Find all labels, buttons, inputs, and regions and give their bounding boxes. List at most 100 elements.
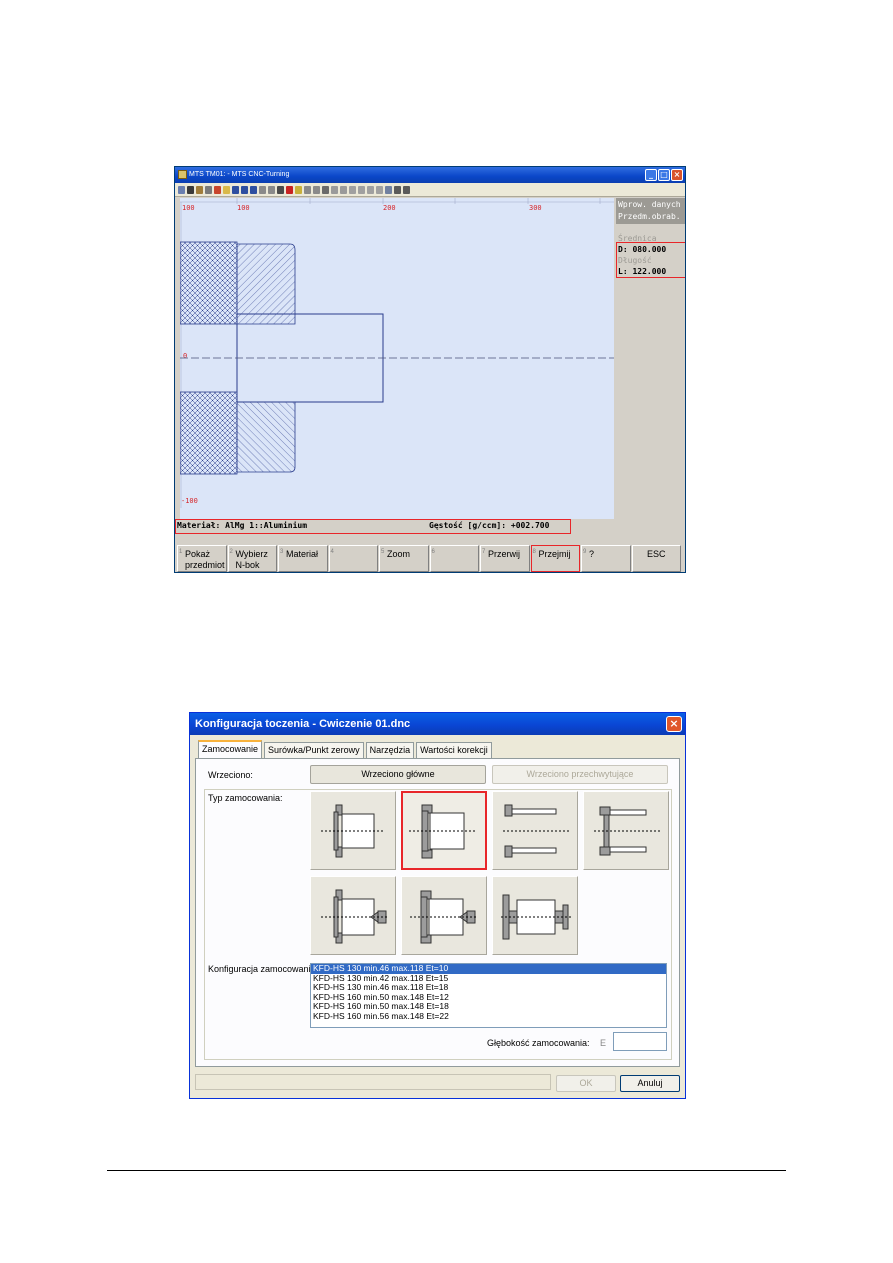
tab-zamocowanie[interactable]: Zamocowanie	[198, 740, 263, 758]
fkey-label: Zoom	[387, 549, 411, 559]
dialog-title: Konfiguracja toczenia - Cwiczenie 01.dnc	[195, 718, 411, 730]
close-icon[interactable]: ×	[666, 716, 682, 732]
fkey-help[interactable]: 9?	[581, 545, 631, 572]
sphere2-icon[interactable]	[313, 185, 320, 194]
t-icon[interactable]	[277, 185, 284, 194]
window-controls: _ □ ×	[645, 169, 683, 181]
tab-narzedzia[interactable]: Narzędzia	[365, 742, 415, 758]
clamp-type-collet[interactable]	[492, 791, 578, 870]
document-page: MTS TM01: - MTS CNC-Turning _ □ × 100 10…	[0, 0, 893, 1263]
step-icon[interactable]	[241, 185, 248, 194]
fkey-label: Przerwij	[488, 549, 521, 559]
zoom-out-icon[interactable]	[340, 185, 347, 194]
sphere-icon[interactable]	[304, 185, 311, 194]
fkey-pokaz-przedmiot[interactable]: 1 Pokaż przedmiot	[177, 545, 227, 572]
scale-label: 100	[182, 204, 195, 212]
fkey-number: 4	[330, 549, 334, 555]
clamp-config-list[interactable]: KFD-HS 130 min.46 max.118 Et=10 KFD-HS 1…	[310, 963, 667, 1028]
machine-icon[interactable]	[205, 185, 212, 194]
zero-label: 0	[183, 352, 187, 360]
move-icon[interactable]	[349, 185, 356, 194]
view-icon[interactable]	[295, 185, 302, 194]
fkey-number: 8	[532, 549, 536, 555]
fkey-number: 3	[280, 549, 284, 555]
chuck-jaw-bottom	[179, 391, 238, 475]
cancel-button[interactable]: Anuluj	[620, 1075, 680, 1092]
scale-label: 200	[383, 204, 396, 212]
arrow-icon[interactable]	[187, 185, 194, 194]
function-key-bar: 1 Pokaż przedmiot 2 Wybierz N-bok 3 Materia…	[175, 545, 685, 572]
fkey-material[interactable]: 3 Materiał	[278, 545, 328, 572]
clamp-type-between-centers[interactable]	[492, 876, 578, 955]
chuck-body-bottom	[236, 401, 296, 473]
clamp-type-inner-tailstock[interactable]	[401, 876, 487, 955]
minimize-icon[interactable]: _	[645, 169, 657, 181]
grid-icon[interactable]	[385, 185, 392, 194]
highlight-box-dimensions	[616, 242, 685, 278]
dialog-status-bar	[195, 1074, 551, 1090]
tab-strip: Zamocowanie Surówka/Punkt zerowy Narzędz…	[198, 740, 494, 758]
clamp-type-inner-jaw[interactable]	[401, 791, 487, 870]
off-icon[interactable]	[403, 185, 410, 194]
fkey-zoom[interactable]: 5 Zoom	[379, 545, 429, 572]
step-back-icon[interactable]	[250, 185, 257, 194]
play-icon[interactable]	[232, 185, 239, 194]
tab-surowka[interactable]: Surówka/Punkt zerowy	[264, 742, 364, 758]
dialog-title-bar: Konfiguracja toczenia - Cwiczenie 01.dnc…	[190, 713, 685, 735]
tool-icon[interactable]	[214, 185, 221, 194]
settings-icon[interactable]	[394, 185, 401, 194]
fkey-number: 9	[583, 549, 587, 555]
tab-panel-zamocowanie: Wrzeciono: Wrzeciono główne Wrzeciono pr…	[195, 758, 680, 1067]
open-folder-icon[interactable]	[223, 185, 230, 194]
zoom-window-icon[interactable]	[376, 185, 383, 194]
print-icon[interactable]	[178, 185, 185, 194]
list-item[interactable]: KFD-HS 160 min.56 max.148 Et=22	[311, 1011, 666, 1022]
fkey-number: 6	[431, 549, 435, 555]
flag-icon[interactable]	[286, 185, 293, 194]
depth-input[interactable]	[613, 1032, 667, 1051]
typ-zamocowania-label: Typ zamocowania:	[208, 793, 283, 803]
fkey-przerwij[interactable]: 7 Przerwij	[480, 545, 530, 572]
clamp-inner-jaw-icon	[409, 804, 477, 859]
zoom-in-icon[interactable]	[331, 185, 338, 194]
fkey-wybierz-n-bok[interactable]: 2 Wybierz N-bok	[227, 545, 277, 572]
clamp-type-outer-jaw[interactable]	[310, 791, 396, 870]
side-panel: Wprow. danych Przedm.obrab. Średnica D: …	[616, 198, 685, 548]
mts-toolbar	[175, 183, 685, 197]
close-icon[interactable]: ×	[671, 169, 683, 181]
camera-icon[interactable]	[322, 185, 329, 194]
fkey-4[interactable]: 4	[328, 545, 378, 572]
app-icon	[178, 170, 187, 179]
rotate-icon[interactable]	[358, 185, 365, 194]
turning-drawing: 100 100 200 300 0 -100	[179, 198, 614, 508]
highlight-box-material	[175, 519, 571, 534]
stop-icon[interactable]	[268, 185, 275, 194]
fkey-number: 7	[482, 549, 486, 555]
drawing-canvas[interactable]: 100 100 200 300 0 -100	[179, 198, 614, 519]
scale-label: 100	[237, 204, 250, 212]
pause-icon[interactable]	[259, 185, 266, 194]
clamp-type-bar[interactable]	[583, 791, 669, 870]
depth-symbol: E	[600, 1038, 607, 1048]
clamp-between-centers-icon	[501, 894, 571, 940]
fkey-number: 1	[179, 549, 183, 555]
clamp-outer-tailstock-icon	[321, 889, 387, 944]
material-status-bar: Materiał: AlMg 1::Aluminium Gęstość [g/c…	[175, 519, 614, 534]
scale-label: 300	[529, 204, 542, 212]
ok-button[interactable]: OK	[556, 1075, 616, 1092]
tab-wartosci-korekcji[interactable]: Wartości korekcji	[416, 742, 492, 758]
hand-icon[interactable]	[196, 185, 203, 194]
mts-title-bar: MTS TM01: - MTS CNC-Turning _ □ ×	[175, 167, 685, 183]
spindle-main-button[interactable]: Wrzeciono główne	[310, 765, 486, 784]
clamp-type-outer-tailstock[interactable]	[310, 876, 396, 955]
mts-window-title: MTS TM01: - MTS CNC-Turning	[189, 171, 290, 178]
fit-icon[interactable]	[367, 185, 374, 194]
bottom-scale-label: -100	[181, 497, 198, 505]
fkey-esc[interactable]: ESC	[631, 545, 681, 572]
fkey-6[interactable]: 6	[429, 545, 479, 572]
maximize-icon[interactable]: □	[658, 169, 670, 181]
fkey-przejmij[interactable]: 8 Przejmij	[530, 545, 580, 572]
spindle-sub-button[interactable]: Wrzeciono przechwytujące	[492, 765, 668, 784]
clamping-group: Typ zamocowania: Konfiguracja zamocowani…	[204, 789, 672, 1060]
mts-window: MTS TM01: - MTS CNC-Turning _ □ × 100 10…	[174, 166, 686, 573]
